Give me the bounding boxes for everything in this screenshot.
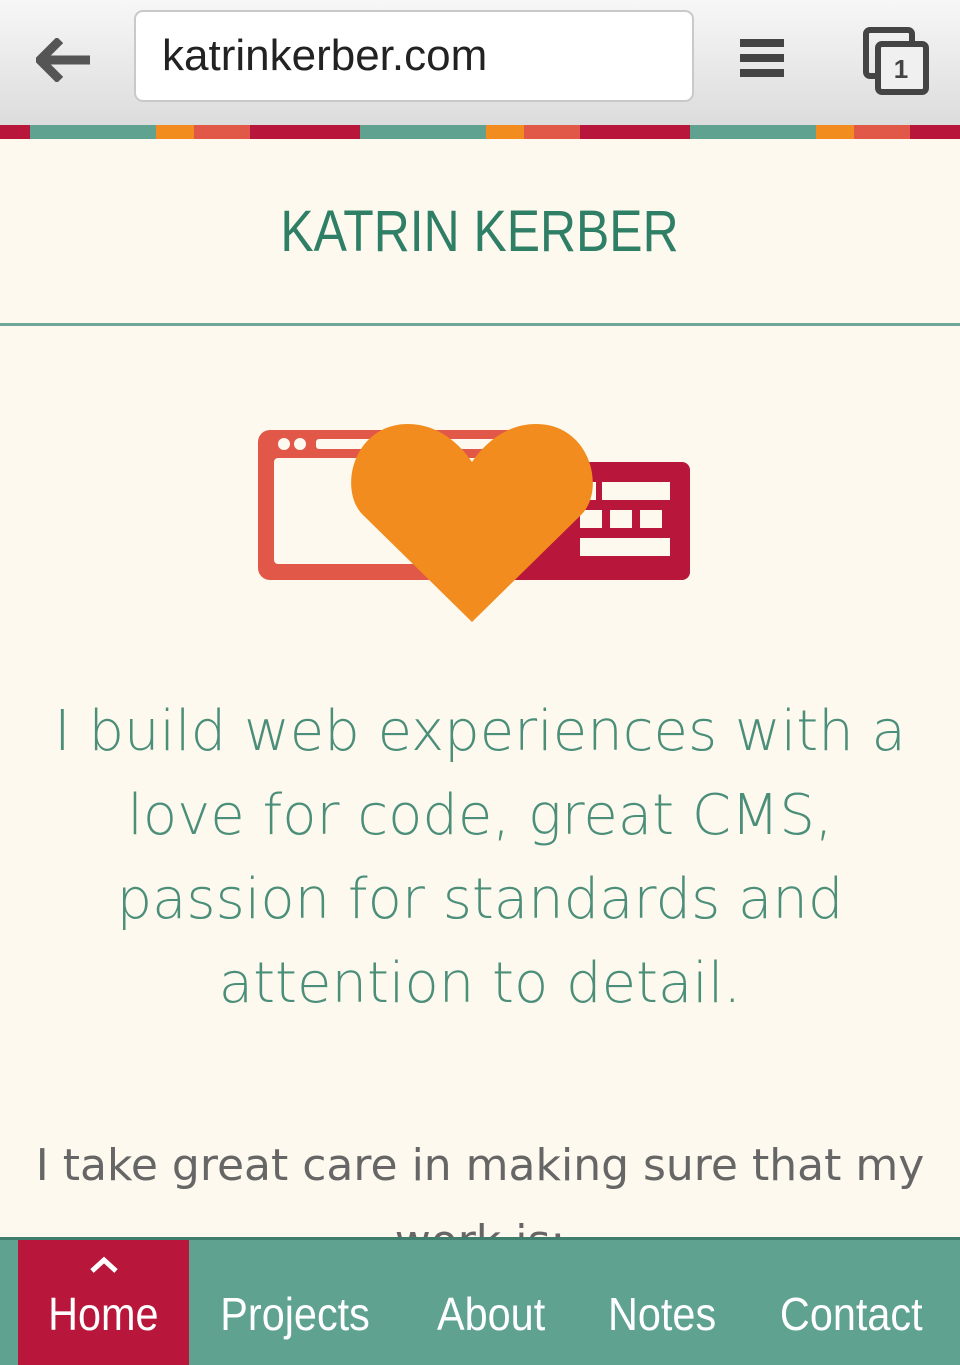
- back-arrow-icon: [36, 38, 90, 82]
- nav-label-projects: Projects: [220, 1287, 370, 1340]
- nav-label-contact: Contact: [779, 1287, 923, 1340]
- nav-item-notes[interactable]: Notes: [588, 1240, 736, 1365]
- tabs-button[interactable]: 1: [858, 22, 934, 98]
- nav-label-notes: Notes: [607, 1287, 717, 1340]
- intro-text: I build web experiences with a love for …: [54, 699, 906, 1016]
- tab-count: 1: [893, 53, 909, 84]
- site-title[interactable]: KATRIN KERBER: [281, 198, 679, 265]
- address-bar[interactable]: katrinkerber.com: [134, 10, 694, 102]
- nav-item-home[interactable]: Home: [18, 1240, 189, 1365]
- hamburger-menu-icon: [740, 39, 784, 77]
- site-header: KATRIN KERBER: [0, 139, 960, 323]
- url-text: katrinkerber.com: [162, 31, 488, 80]
- bottom-navigation: Home Projects About Notes Contact: [0, 1237, 960, 1365]
- back-button[interactable]: [28, 28, 100, 92]
- caret-up-icon: [89, 1256, 118, 1273]
- browser-toolbar: katrinkerber.com 1: [0, 0, 960, 125]
- nav-item-projects[interactable]: Projects: [200, 1240, 390, 1365]
- nav-item-about[interactable]: About: [410, 1240, 572, 1365]
- header-divider: [0, 323, 960, 326]
- nav-label-home: Home: [48, 1287, 159, 1340]
- nav-item-contact[interactable]: Contact: [752, 1240, 950, 1365]
- nav-label-about: About: [436, 1287, 546, 1340]
- decorative-stripe: [0, 125, 960, 139]
- browser-heart-keyboard-illustration: [258, 424, 690, 622]
- browser-menu-button[interactable]: [730, 30, 794, 86]
